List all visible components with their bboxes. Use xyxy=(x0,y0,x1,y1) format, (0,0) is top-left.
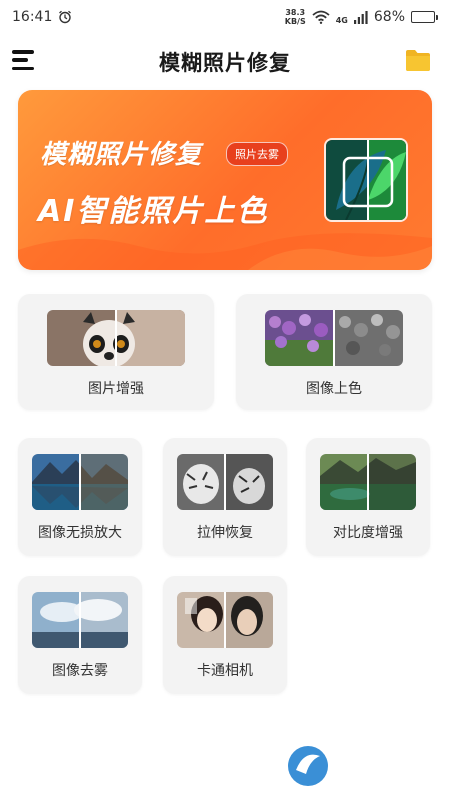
feature-card-enhance[interactable]: 图片增强 xyxy=(18,294,214,410)
feature-label: 图像无损放大 xyxy=(38,525,122,541)
status-bar: 16:41 38.3 KB/S 4G 68% xyxy=(0,0,450,34)
feature-label: 图片增强 xyxy=(88,381,144,397)
feature-card-dehaze[interactable]: 图像去雾 xyxy=(18,576,142,694)
folder-icon[interactable] xyxy=(404,46,432,74)
thumbnail-mountain-lake-image xyxy=(32,454,128,510)
status-left: 16:41 xyxy=(12,9,72,25)
promo-banner[interactable]: 模糊照片修复 照片去雾 AI智能照片上色 xyxy=(18,90,432,270)
feature-label: 拉伸恢复 xyxy=(197,525,253,541)
thumbnail-sky-image xyxy=(32,592,128,648)
banner-leaf-image xyxy=(324,138,408,222)
feature-label: 卡通相机 xyxy=(197,663,253,679)
alarm-icon xyxy=(59,10,72,24)
feature-card-upscale[interactable]: 图像无损放大 xyxy=(18,438,142,556)
battery-icon xyxy=(411,11,438,23)
feature-card-cartoon-camera[interactable]: 卡通相机 xyxy=(163,576,287,694)
banner-tag: 照片去雾 xyxy=(226,142,288,166)
network-speed-value: 38.3 xyxy=(285,8,306,17)
network-speed-unit: KB/S xyxy=(284,17,306,26)
menu-icon[interactable] xyxy=(12,50,36,70)
feature-label: 图像上色 xyxy=(306,381,362,397)
feature-card-stretch-restore[interactable]: 拉伸恢复 xyxy=(163,438,287,556)
thumbnail-lemur-image xyxy=(47,310,185,366)
banner-title: 模糊照片修复 xyxy=(40,140,203,170)
battery-percentage: 68% xyxy=(373,9,405,25)
thumbnail-portrait-image xyxy=(177,592,273,648)
status-right: 38.3 KB/S 4G 68% xyxy=(285,8,438,26)
app-header: 模糊照片修复 xyxy=(0,38,450,86)
signal-icon xyxy=(353,10,368,24)
feature-card-contrast[interactable]: 对比度增强 xyxy=(306,438,430,556)
feature-card-colorize[interactable]: 图像上色 xyxy=(236,294,432,410)
watermark-logo xyxy=(282,740,442,792)
feature-label: 对比度增强 xyxy=(333,525,403,541)
feature-label: 图像去雾 xyxy=(52,663,108,679)
network-type: 4G xyxy=(335,16,348,25)
thumbnail-landscape-image xyxy=(320,454,416,510)
banner-subtitle: AI智能照片上色 xyxy=(38,194,269,229)
wifi-icon xyxy=(312,10,330,24)
network-speed: 38.3 KB/S xyxy=(285,8,306,26)
page-title: 模糊照片修复 xyxy=(159,51,291,75)
status-time: 16:41 xyxy=(12,9,53,25)
thumbnail-flowers-image xyxy=(265,310,403,366)
thumbnail-tiger-image xyxy=(177,454,273,510)
